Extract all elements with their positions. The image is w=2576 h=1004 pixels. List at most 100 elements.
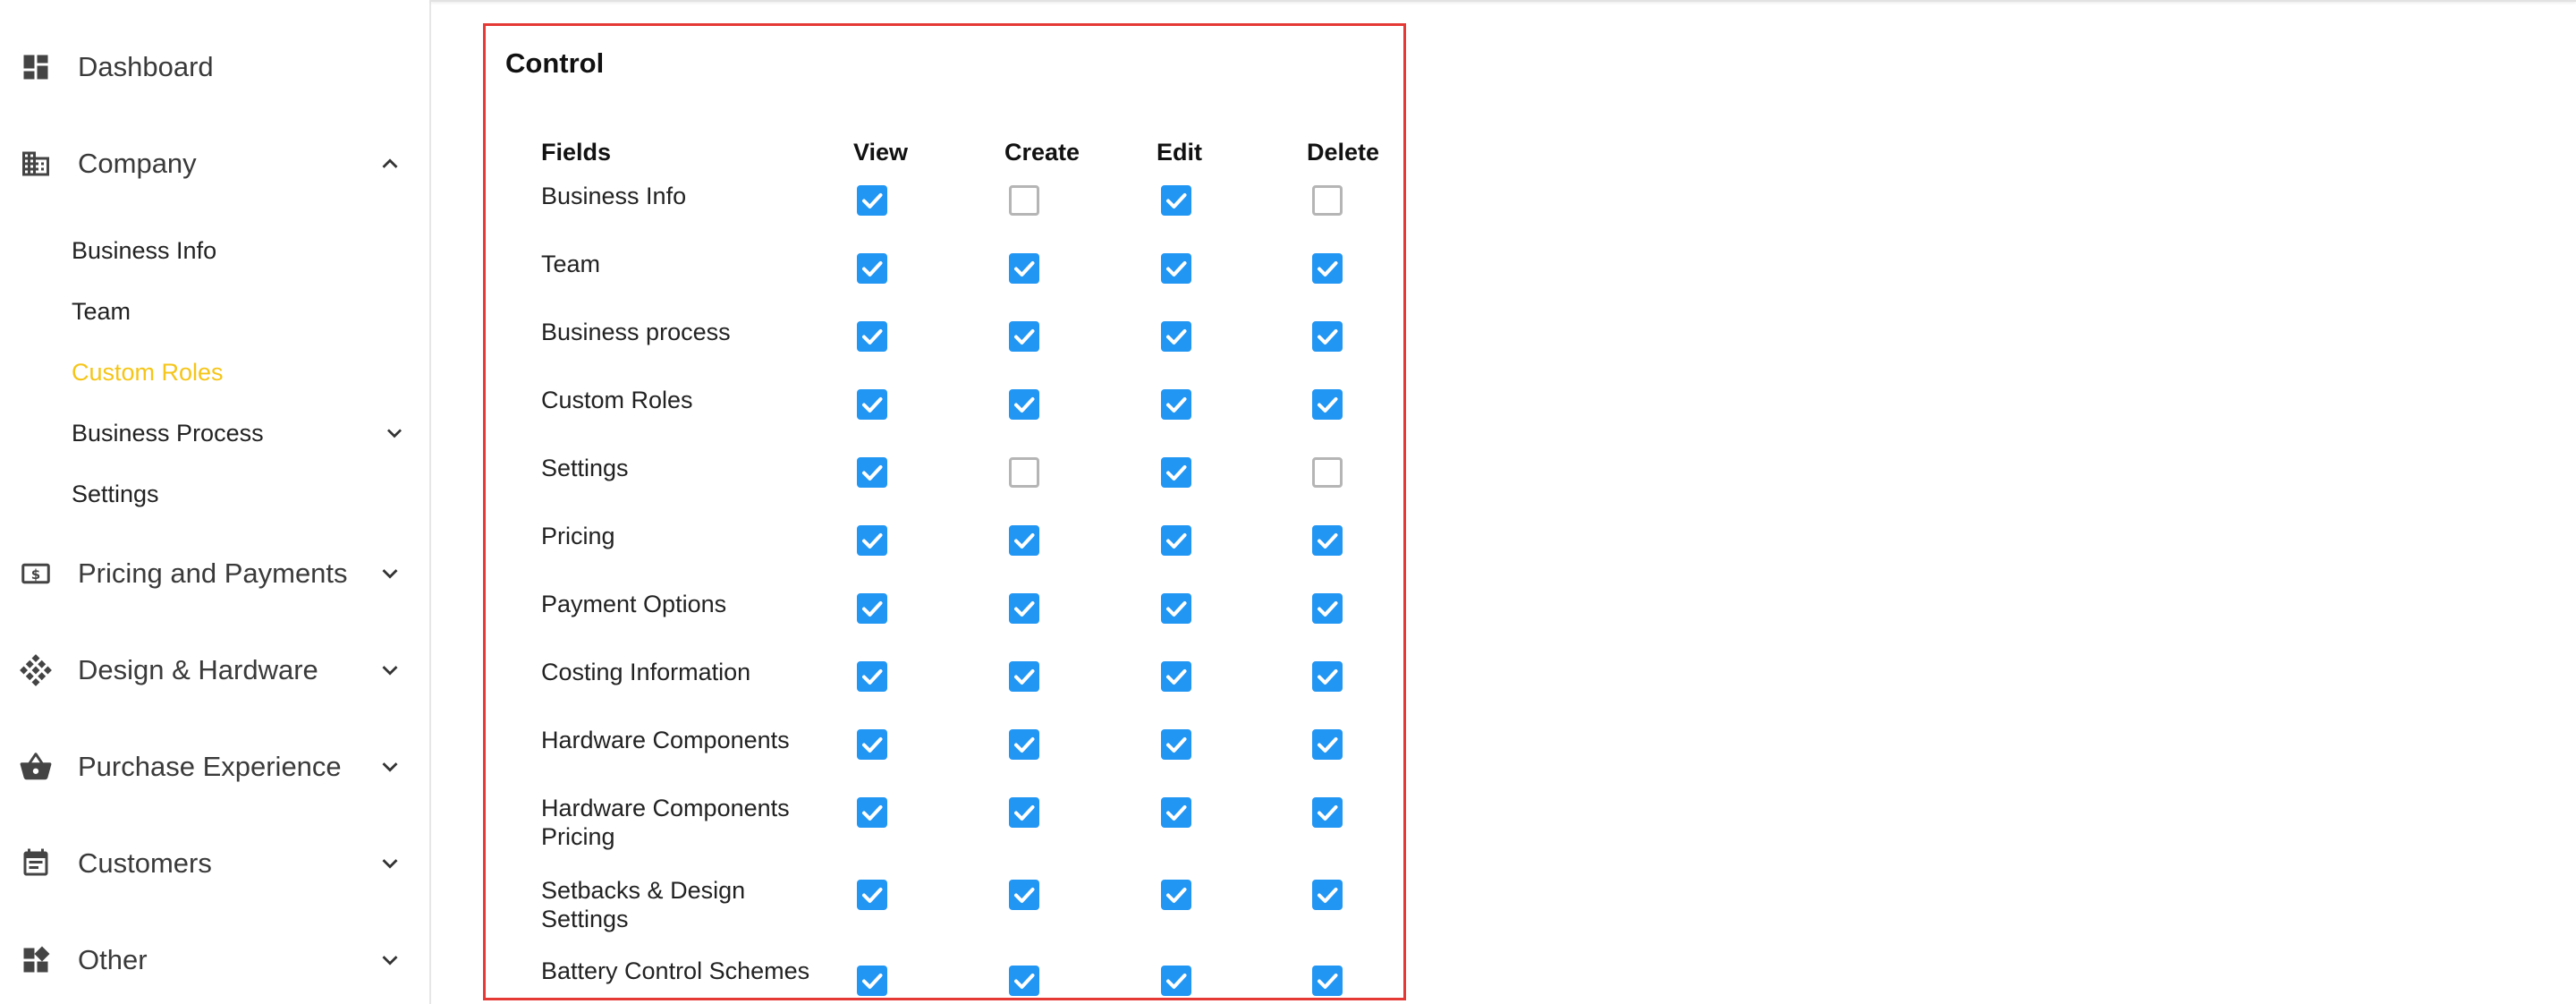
sidebar-subitem-label: Business Info [72, 236, 217, 264]
sidebar-subitem-label: Business Process [72, 419, 264, 447]
chevron-down-icon[interactable] [374, 557, 406, 590]
checkmark-icon [862, 193, 883, 208]
checkbox-delete[interactable] [1312, 321, 1343, 352]
checkmark-icon [1318, 805, 1338, 821]
sidebar-item-purchase-experience[interactable]: Purchase Experience [0, 736, 429, 798]
checkbox-delete[interactable] [1312, 966, 1343, 996]
checkbox-view[interactable] [857, 525, 887, 556]
checkbox-edit[interactable] [1161, 797, 1191, 828]
field-label: Business process [541, 319, 731, 345]
checkbox-edit[interactable] [1161, 185, 1191, 216]
checkmark-icon [862, 669, 883, 685]
checkmark-icon [862, 974, 883, 989]
checkbox-view[interactable] [857, 729, 887, 760]
sidebar-item-label: Company [78, 148, 197, 179]
checkmark-icon [862, 805, 883, 821]
checkbox-view[interactable] [857, 880, 887, 910]
checkbox-create[interactable] [1009, 880, 1039, 910]
checkbox-edit[interactable] [1161, 729, 1191, 760]
chevron-up-icon[interactable] [374, 148, 406, 180]
sidebar-item-pricing-and-payments[interactable]: $ Pricing and Payments [0, 542, 429, 605]
checkmark-icon [862, 888, 883, 903]
checkmark-icon [1166, 737, 1187, 753]
sidebar-subitem-settings[interactable]: Settings [72, 472, 420, 516]
checkbox-create[interactable] [1009, 966, 1039, 996]
sidebar-subitem-team[interactable]: Team [72, 289, 420, 334]
field-label: Hardware Components Pricing [541, 795, 790, 850]
checkbox-create[interactable] [1009, 253, 1039, 284]
checkbox-create[interactable] [1009, 185, 1039, 216]
chevron-down-icon[interactable] [374, 847, 406, 880]
checkmark-icon [862, 465, 883, 481]
checkmark-icon [1166, 465, 1187, 481]
checkbox-edit[interactable] [1161, 880, 1191, 910]
checkmark-icon [1166, 805, 1187, 821]
chevron-down-icon[interactable] [374, 751, 406, 783]
checkmark-icon [1166, 261, 1187, 277]
sidebar-item-label: Customers [78, 847, 212, 879]
checkmark-icon [862, 329, 883, 345]
checkbox-edit[interactable] [1161, 253, 1191, 284]
field-label: Battery Control Schemes [541, 957, 810, 984]
field-label: Business Info [541, 183, 687, 209]
checkbox-create[interactable] [1009, 593, 1039, 624]
sidebar-item-customers[interactable]: Customers [0, 832, 429, 895]
checkbox-delete[interactable] [1312, 797, 1343, 828]
dashboard-icon [18, 49, 54, 85]
checkbox-create[interactable] [1009, 457, 1039, 488]
checkbox-delete[interactable] [1312, 525, 1343, 556]
checkmark-icon [1014, 669, 1035, 685]
sidebar-item-company[interactable]: Company [0, 132, 429, 195]
sidebar-item-design-hardware[interactable]: Design & Hardware [0, 639, 429, 702]
building-icon [18, 146, 54, 182]
checkbox-delete[interactable] [1312, 593, 1343, 624]
checkbox-delete[interactable] [1312, 253, 1343, 284]
sidebar-subitem-custom-roles[interactable]: Custom Roles [72, 350, 420, 395]
checkbox-delete[interactable] [1312, 729, 1343, 760]
checkbox-edit[interactable] [1161, 661, 1191, 692]
checkbox-delete[interactable] [1312, 457, 1343, 488]
checkbox-create[interactable] [1009, 389, 1039, 420]
checkmark-icon [1166, 329, 1187, 345]
sidebar-item-dashboard[interactable]: Dashboard [0, 36, 429, 98]
checkbox-edit[interactable] [1161, 389, 1191, 420]
checkbox-view[interactable] [857, 389, 887, 420]
checkbox-edit[interactable] [1161, 966, 1191, 996]
header-edit: Edit [1157, 139, 1202, 166]
checkmark-icon [1166, 974, 1187, 989]
sidebar-subitem-business-info[interactable]: Business Info [72, 228, 420, 273]
field-label: Pricing [541, 523, 615, 549]
checkbox-view[interactable] [857, 321, 887, 352]
checkbox-edit[interactable] [1161, 525, 1191, 556]
checkbox-edit[interactable] [1161, 593, 1191, 624]
chevron-down-icon[interactable] [374, 654, 406, 686]
checkbox-create[interactable] [1009, 729, 1039, 760]
chevron-down-icon[interactable] [379, 418, 410, 448]
sidebar-item-other[interactable]: Other [0, 929, 429, 991]
checkbox-view[interactable] [857, 185, 887, 216]
sidebar-subitem-business-process[interactable]: Business Process [72, 411, 420, 455]
checkbox-view[interactable] [857, 966, 887, 996]
field-label: Settings [541, 455, 629, 481]
checkmark-icon [1166, 888, 1187, 903]
checkbox-view[interactable] [857, 593, 887, 624]
checkbox-view[interactable] [857, 253, 887, 284]
checkbox-view[interactable] [857, 797, 887, 828]
field-label: Payment Options [541, 591, 727, 617]
checkmark-icon [1318, 601, 1338, 617]
chevron-down-icon[interactable] [374, 944, 406, 976]
checkbox-view[interactable] [857, 457, 887, 488]
checkbox-edit[interactable] [1161, 321, 1191, 352]
checkbox-view[interactable] [857, 661, 887, 692]
checkbox-delete[interactable] [1312, 389, 1343, 420]
field-label: Hardware Components [541, 727, 790, 753]
checkbox-delete[interactable] [1312, 185, 1343, 216]
checkbox-create[interactable] [1009, 525, 1039, 556]
checkbox-delete[interactable] [1312, 880, 1343, 910]
checkmark-icon [1318, 329, 1338, 345]
checkbox-edit[interactable] [1161, 457, 1191, 488]
checkbox-create[interactable] [1009, 661, 1039, 692]
checkbox-create[interactable] [1009, 321, 1039, 352]
checkbox-create[interactable] [1009, 797, 1039, 828]
checkbox-delete[interactable] [1312, 661, 1343, 692]
